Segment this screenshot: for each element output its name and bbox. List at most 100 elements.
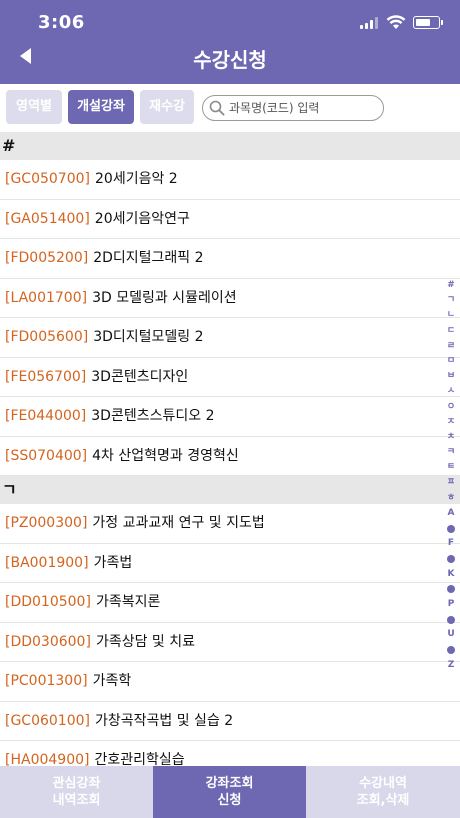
course-code: [PC001300]	[5, 673, 88, 689]
index-letter[interactable]: K	[444, 567, 458, 582]
list-item[interactable]: [GC060100] 가창곡작곡법 및 실습 2	[0, 702, 460, 741]
list-item[interactable]: [FE056700] 3D콘텐츠디자인	[0, 358, 460, 397]
index-letter[interactable]: ㄷ	[444, 324, 458, 339]
course-name: 가족법	[93, 554, 133, 571]
course-name: 가족학	[92, 673, 132, 689]
list-item[interactable]: [LA001700] 3D 모델링과 시뮬레이션	[0, 279, 460, 318]
course-code: [DD010500]	[5, 594, 91, 610]
list-item[interactable]: [FD005600] 3D디지털모델링 2	[0, 318, 460, 358]
tab-favorites-history[interactable]: 관심강좌 내역조회	[0, 766, 153, 818]
index-letter[interactable]: ㅊ	[444, 430, 458, 445]
section-index-bar[interactable]: # ㄱㄴㄷㄹㅁㅂㅅㅇㅈㅊㅋㅌㅍㅎ A F K P U Z	[444, 278, 458, 673]
list-item[interactable]: [FE044000] 3D콘텐츠스튜디오 2	[0, 397, 460, 437]
course-code: [BA001900]	[5, 554, 89, 571]
tab-enrollment-history[interactable]: 수강내역 조회,삭제	[306, 766, 460, 818]
tab-label-line1: 관심강좌	[52, 776, 101, 791]
tab-label-line1: 수강내역	[359, 776, 407, 791]
section-header: #	[0, 132, 460, 160]
tab-retake[interactable]: 재수강	[140, 90, 194, 124]
course-code: [DD030600]	[5, 633, 91, 650]
tab-by-area[interactable]: 영역별	[6, 90, 62, 124]
search-box[interactable]	[202, 95, 384, 121]
course-code: [HA004900]	[5, 752, 90, 766]
list-item[interactable]: [DD030600] 가족상담 및 치료	[0, 623, 460, 662]
tab-open-courses[interactable]: 개설강좌	[68, 90, 134, 124]
course-code: [FD005600]	[5, 329, 89, 345]
course-name: 3D 모델링과 시뮬레이션	[92, 289, 237, 306]
list-item[interactable]: [FD005200] 2D디지털그래픽 2	[0, 239, 460, 279]
course-code: [FE044000]	[5, 408, 87, 424]
list-item[interactable]: [GA051400] 20세기음악연구	[0, 200, 460, 239]
index-letter[interactable]: ㅇ	[444, 400, 458, 415]
index-letter[interactable]: ㅎ	[444, 491, 458, 506]
course-list: # [GC050700] 20세기음악 2 [GA051400] 20세기음악연구 …	[0, 132, 460, 766]
index-letter[interactable]: U	[444, 627, 458, 642]
course-code: [SS070400]	[5, 447, 88, 464]
index-dot[interactable]	[447, 646, 455, 655]
index-letter[interactable]: ㄱ	[444, 293, 458, 308]
course-name: 가족상담 및 치료	[95, 633, 195, 650]
course-registration-screen: 3:06 수강신청 영역별 개설강좌 재수강 과목명(코드) 입력 # [GC0…	[0, 0, 460, 818]
bottom-tab-bar: 관심강좌 내역조회 강좌조회 신청 수강내역 조회,삭제	[0, 766, 460, 818]
index-letter[interactable]: ㅂ	[444, 369, 458, 384]
course-name: 2D디지털그래픽 2	[93, 250, 204, 266]
course-name: 가정 교과교재 연구 및 지도법	[92, 515, 265, 531]
list-item[interactable]: [HA004900] 간호관리학실습	[0, 741, 460, 766]
course-name: 간호관리학실습	[94, 752, 185, 766]
list-item[interactable]: [BA001900] 가족법	[0, 544, 460, 583]
index-letter[interactable]: ㅈ	[444, 415, 458, 430]
search-input[interactable]	[229, 98, 379, 118]
course-name: 20세기음악연구	[94, 210, 190, 227]
course-name: 가창곡작곡법 및 실습 2	[95, 712, 234, 729]
index-letter[interactable]: ㅋ	[444, 445, 458, 460]
wifi-icon	[386, 15, 406, 29]
tab-label-line2: 신청	[217, 793, 242, 808]
status-time: 3:06	[38, 12, 85, 33]
status-bar: 3:06	[0, 0, 460, 46]
course-name: 20세기음악 2	[95, 171, 178, 187]
list-item[interactable]: [GC050700] 20세기음악 2	[0, 160, 460, 200]
app-header: 3:06 수강신청	[0, 0, 460, 84]
tab-label-line2: 조회,삭제	[356, 793, 410, 808]
course-name: 3D콘텐츠스튜디오 2	[91, 408, 215, 424]
cellular-signal-icon	[360, 17, 380, 29]
index-letter[interactable]: P	[444, 597, 458, 612]
tab-label-line1: 강좌조회	[205, 776, 254, 791]
index-dot[interactable]	[447, 585, 455, 594]
index-letter[interactable]: ㅁ	[444, 354, 458, 369]
course-code: [GC060100]	[5, 712, 90, 729]
index-letter[interactable]: A	[444, 506, 458, 521]
index-letter[interactable]: ㄹ	[444, 339, 458, 354]
index-dot[interactable]	[447, 615, 455, 624]
index-letter[interactable]: Z	[444, 658, 458, 673]
index-letter[interactable]: ㅅ	[444, 384, 458, 399]
course-name: 3D디지털모델링 2	[93, 329, 204, 345]
index-letter[interactable]: F	[444, 536, 458, 551]
section-header: ㄱ	[0, 476, 460, 504]
course-code: [GC050700]	[5, 171, 90, 187]
course-code: [PZ000300]	[5, 515, 88, 531]
index-letter[interactable]: ㅌ	[444, 460, 458, 475]
index-letter[interactable]: ㄴ	[444, 308, 458, 323]
index-letter[interactable]: ㅍ	[444, 475, 458, 490]
page-title: 수강신청	[193, 48, 267, 72]
index-dot[interactable]	[447, 524, 455, 533]
list-item[interactable]: [DD010500] 가족복지론	[0, 583, 460, 623]
course-name: 가족복지론	[95, 594, 161, 610]
course-name: 3D콘텐츠디자인	[91, 368, 189, 385]
course-name: 4차 산업혁명과 경영혁신	[92, 447, 239, 464]
search-icon	[209, 100, 225, 116]
battery-icon	[413, 16, 443, 29]
list-item[interactable]: [PC001300] 가족학	[0, 662, 460, 702]
course-code: [FE056700]	[5, 368, 87, 385]
course-code: [FD005200]	[5, 250, 89, 266]
index-dot[interactable]	[447, 554, 455, 563]
course-code: [LA001700]	[5, 289, 88, 306]
filter-toolbar: 영역별 개설강좌 재수강	[0, 84, 460, 132]
list-item[interactable]: [SS070400] 4차 산업혁명과 경영혁신	[0, 437, 460, 476]
course-code: [GA051400]	[5, 210, 90, 227]
tab-label-line2: 내역조회	[52, 793, 101, 808]
index-letter[interactable]: #	[444, 278, 458, 293]
list-item[interactable]: [PZ000300] 가정 교과교재 연구 및 지도법	[0, 504, 460, 544]
tab-course-search-apply[interactable]: 강좌조회 신청	[153, 766, 306, 818]
